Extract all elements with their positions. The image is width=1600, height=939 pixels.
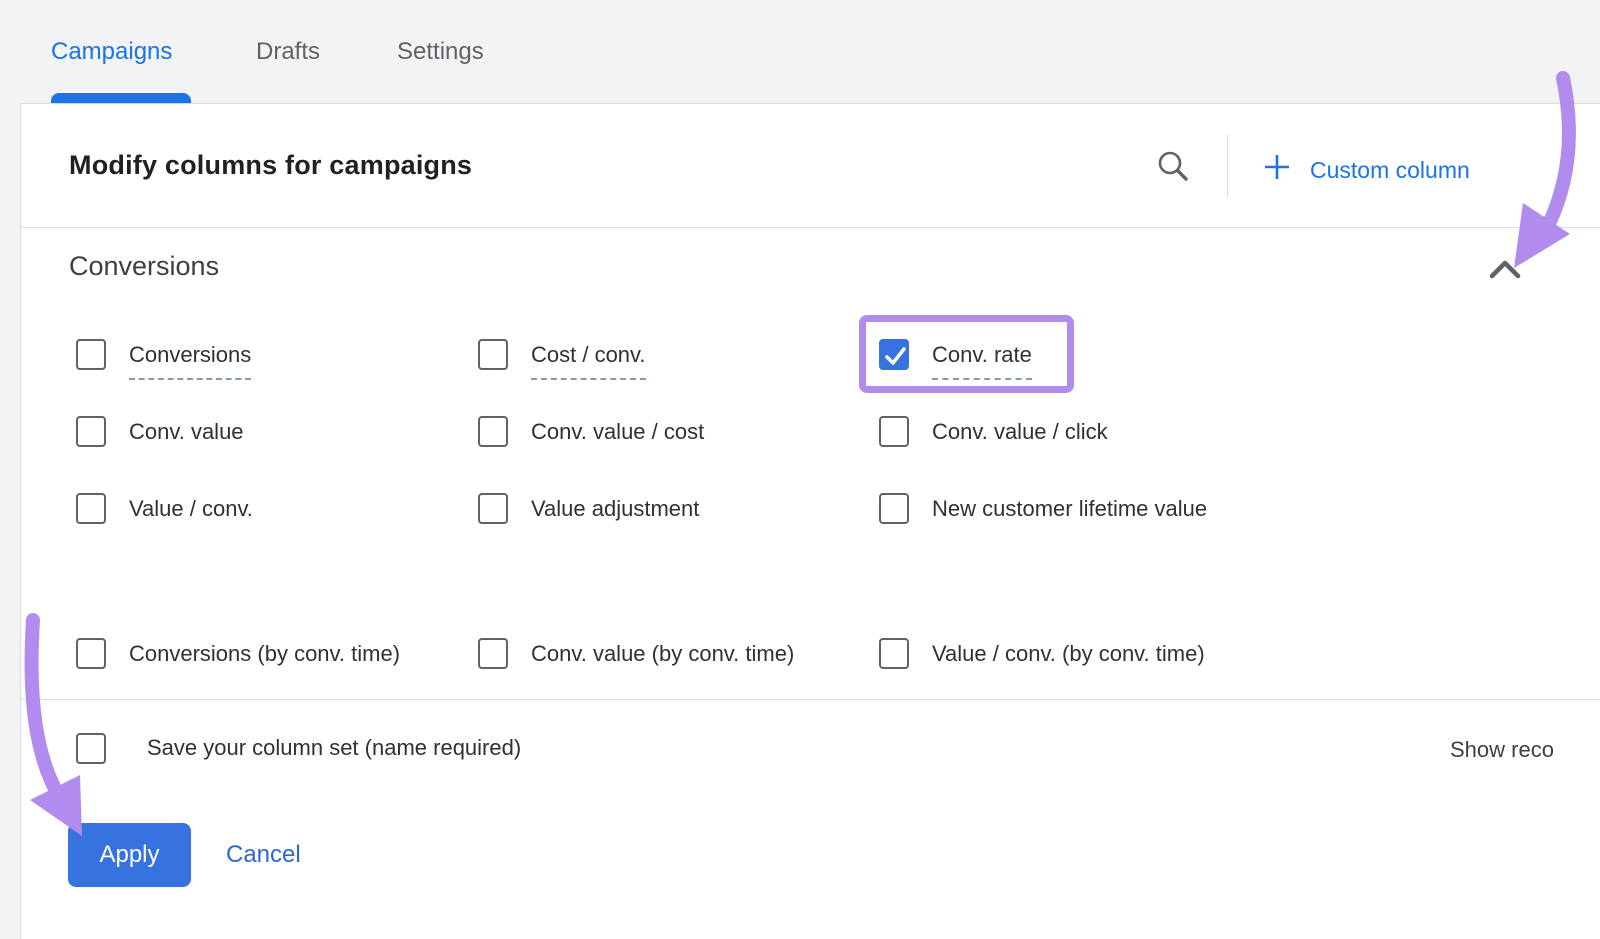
checkbox[interactable] [76,493,106,524]
column-option-label: Value / conv. [129,493,253,525]
checkbox[interactable] [478,416,508,447]
columns-list: Conversions Cost / conv. Conv. rate Conv… [21,264,1600,699]
column-option[interactable]: Conv. value (by conv. time) [478,638,794,670]
modify-columns-panel: Modify columns for campaigns Custom colu… [20,103,1600,939]
column-option-conv-rate[interactable]: Conv. rate [879,339,1032,380]
tab-drafts[interactable]: Drafts [256,38,320,66]
show-recommendations-link[interactable]: Show reco [1450,737,1554,763]
column-option-label: Conv. value / click [932,416,1108,448]
tab-campaigns[interactable]: Campaigns [51,38,172,66]
footer-divider [21,699,1600,700]
custom-column-label: Custom column [1310,157,1470,184]
checkbox[interactable] [76,638,106,669]
column-option[interactable]: Conversions [76,339,251,380]
checkbox[interactable] [76,416,106,447]
checkbox[interactable] [879,416,909,447]
column-option-label: New customer lifetime value [932,493,1207,525]
custom-column-button[interactable]: Custom column [1262,152,1470,188]
column-option-label: Conversions [129,339,251,380]
column-option-label: Conversions (by conv. time) [129,638,400,670]
column-option-label: Conv. value [129,416,244,448]
checkbox[interactable] [478,493,508,524]
column-option[interactable]: Value adjustment [478,493,699,525]
column-option[interactable]: Cost / conv. [478,339,646,380]
top-tab-bar: Campaigns Drafts Settings [0,0,1600,103]
search-icon[interactable] [1151,144,1195,188]
column-option-label: Value adjustment [531,493,699,525]
checkbox[interactable] [478,638,508,669]
plus-icon [1262,152,1292,188]
page-title: Modify columns for campaigns [69,150,472,181]
modify-columns-screen: { "tabs": [ { "label": "Campaigns", "act… [0,0,1600,939]
column-option[interactable]: Conv. value / cost [478,416,704,448]
checkbox[interactable] [879,339,909,370]
cancel-button[interactable]: Cancel [226,823,301,887]
panel-header: Modify columns for campaigns Custom colu… [21,104,1600,228]
column-option[interactable]: Value / conv. (by conv. time) [879,638,1205,670]
save-column-set-label: Save your column set (name required) [147,732,521,764]
column-option-label: Cost / conv. [531,339,646,380]
checkbox[interactable] [879,638,909,669]
checkbox[interactable] [478,339,508,370]
tab-settings[interactable]: Settings [397,38,484,66]
column-option[interactable]: Value / conv. [76,493,253,525]
checkbox[interactable] [879,493,909,524]
column-option[interactable]: New customer lifetime value [879,493,1207,525]
save-column-set-row[interactable]: Save your column set (name required) [76,732,521,764]
column-option[interactable]: Conversions (by conv. time) [76,638,400,670]
column-option[interactable]: Conv. value [76,416,244,448]
apply-button[interactable]: Apply [68,823,191,887]
header-divider [1227,135,1228,197]
save-column-set-checkbox[interactable] [76,733,106,764]
column-option-label: Conv. value / cost [531,416,704,448]
checkbox[interactable] [76,339,106,370]
column-option[interactable]: Conv. value / click [879,416,1108,448]
column-option-label: Conv. rate [932,339,1032,380]
column-option-label: Conv. value (by conv. time) [531,638,794,670]
column-option-label: Value / conv. (by conv. time) [932,638,1205,670]
